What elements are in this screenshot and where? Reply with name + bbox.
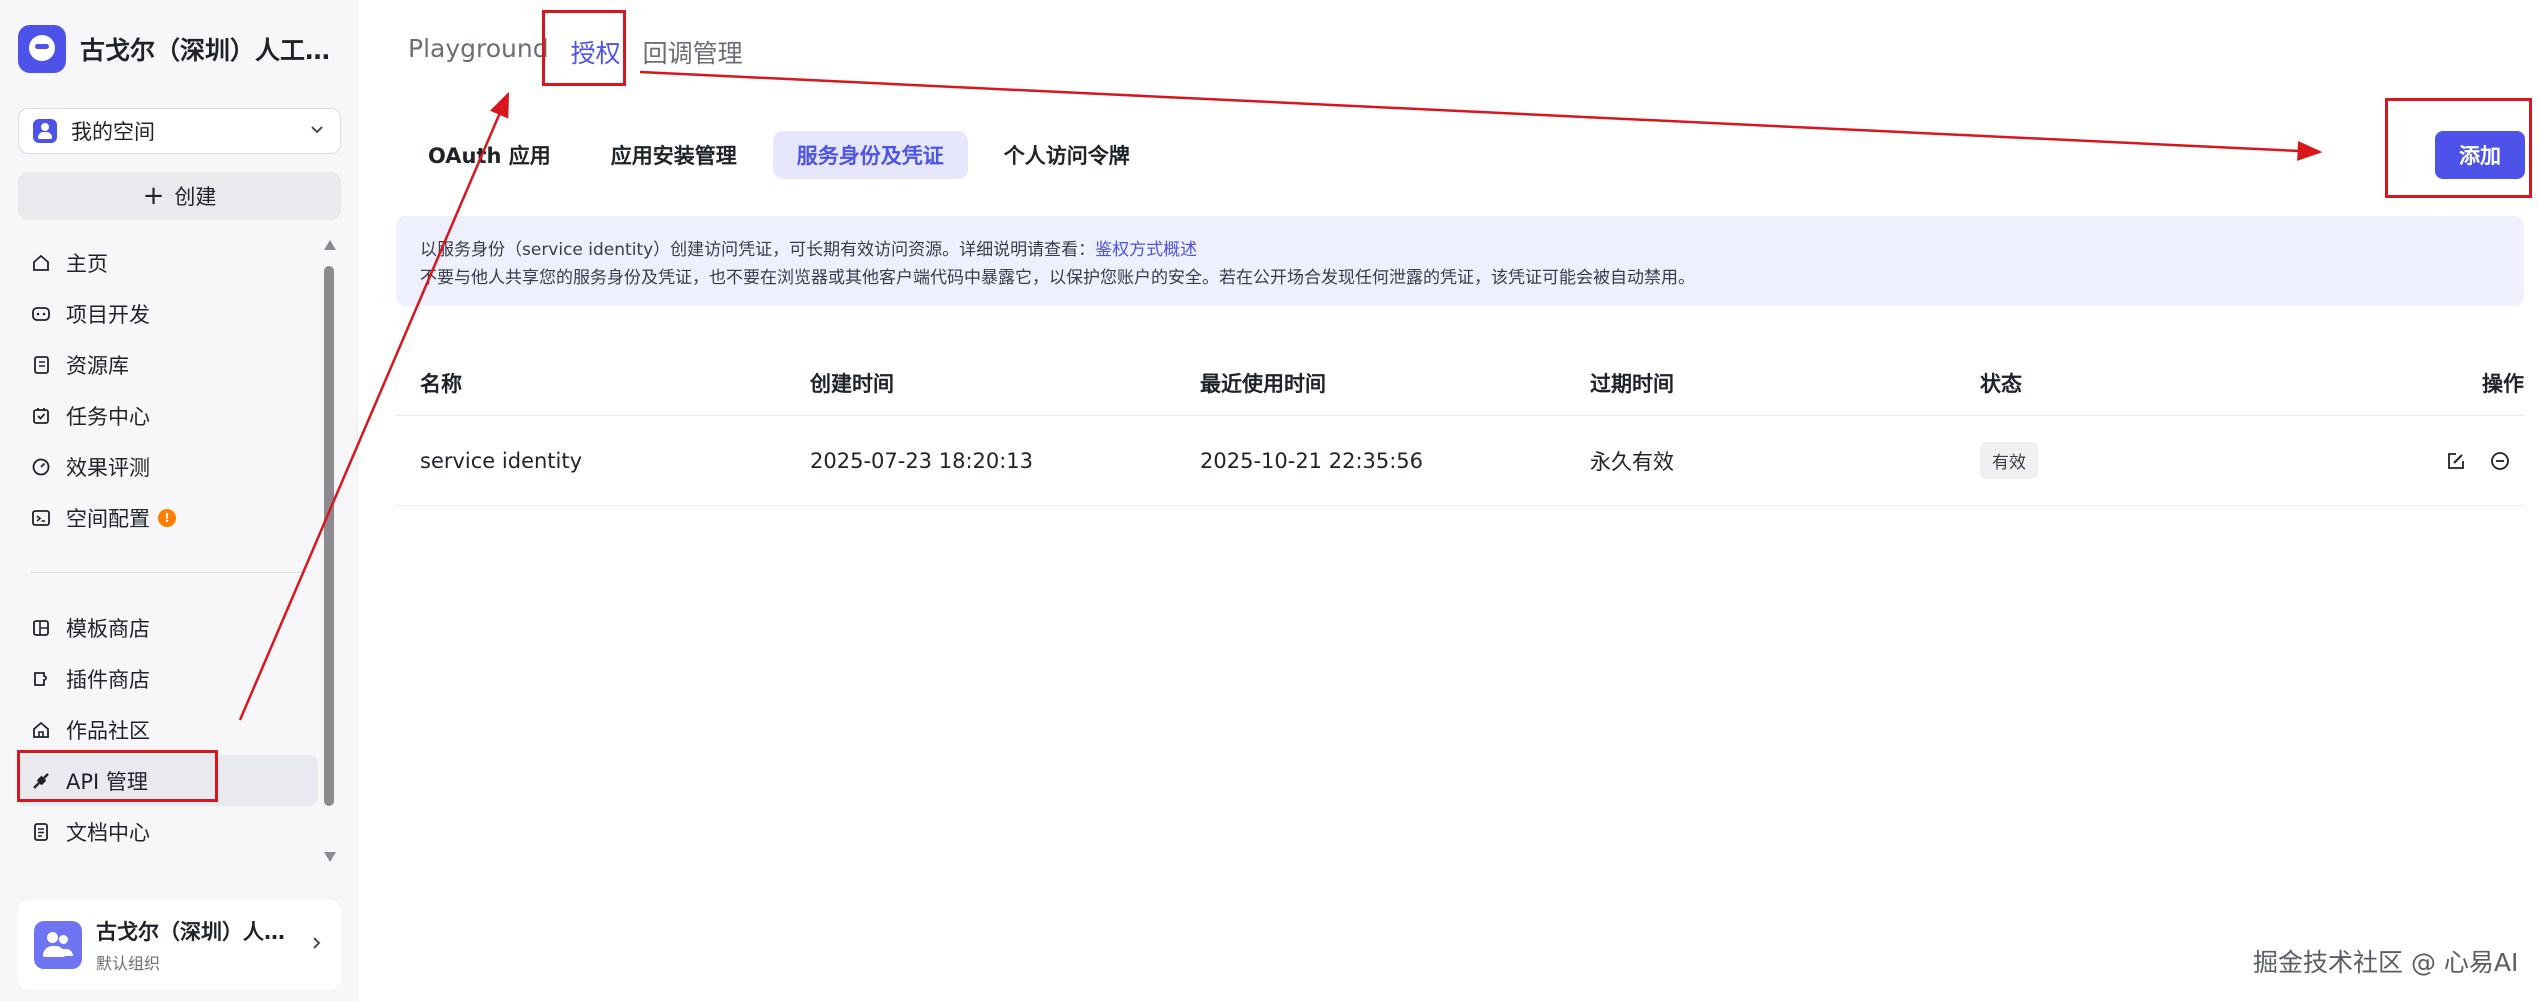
cell-created: 2025-07-23 18:20:13 xyxy=(810,448,1034,473)
template-icon xyxy=(30,617,52,639)
table-row: service identity 2025-07-23 18:20:13 202… xyxy=(396,416,2524,506)
credentials-table: 名称 创建时间 最近使用时间 过期时间 状态 操作 service identi… xyxy=(396,350,2524,506)
nav-main: 主页 项目开发 资源库 任务中心 效果评测 空间配置 ! xyxy=(18,237,318,543)
subtab-oauth-apps[interactable]: OAuth 应用 xyxy=(404,131,575,179)
header-name: 名称 xyxy=(420,371,462,396)
annotation-box-add-button xyxy=(2385,98,2532,198)
plus-icon: + xyxy=(142,181,165,211)
robot-icon xyxy=(30,303,52,325)
nav-label: 插件商店 xyxy=(66,667,150,692)
annotation-box-api-nav xyxy=(17,750,218,802)
subtab-personal-token[interactable]: 个人访问令牌 xyxy=(980,131,1154,179)
scroll-down-arrow-icon[interactable] xyxy=(324,852,336,862)
chevron-down-icon xyxy=(308,120,326,143)
nav-label: 任务中心 xyxy=(66,404,150,429)
nav-item-home[interactable]: 主页 xyxy=(18,237,318,288)
create-label: 创建 xyxy=(174,185,217,209)
terminal-icon xyxy=(30,507,52,529)
info-notice: 以服务身份（service identity）创建访问凭证，可长期有效访问资源。… xyxy=(396,216,2524,306)
cell-last-used: 2025-10-21 22:35:56 xyxy=(1200,448,1424,473)
edit-icon[interactable] xyxy=(2444,449,2468,473)
notice-line-1: 以服务身份（service identity）创建访问凭证，可长期有效访问资源。… xyxy=(420,240,1096,260)
nav-item-library[interactable]: 资源库 xyxy=(18,339,318,390)
nav-label: 空间配置 xyxy=(66,506,150,531)
nav-label: 主页 xyxy=(66,251,108,276)
disable-icon[interactable] xyxy=(2488,449,2512,473)
nav-label: 资源库 xyxy=(66,353,129,378)
tab-callback-management[interactable]: 回调管理 xyxy=(643,30,743,70)
cell-name: service identity xyxy=(420,448,583,473)
nav-item-space-config[interactable]: 空间配置 ! xyxy=(18,492,318,543)
nav-item-plugin-store[interactable]: 插件商店 xyxy=(18,653,318,704)
nav-item-community[interactable]: 作品社区 xyxy=(18,704,318,755)
header-actions: 操作 xyxy=(2482,371,2524,396)
subtab-app-install[interactable]: 应用安装管理 xyxy=(587,131,761,179)
chevron-right-icon xyxy=(307,933,325,957)
table-header: 名称 创建时间 最近使用时间 过期时间 状态 操作 xyxy=(396,350,2524,416)
nav-item-evaluation[interactable]: 效果评测 xyxy=(18,441,318,492)
space-selector[interactable]: 我的空间 xyxy=(18,108,341,154)
user-space-icon xyxy=(33,119,57,143)
nav-item-tasks[interactable]: 任务中心 xyxy=(18,390,318,441)
org-name: 古戈尔（深圳）人… xyxy=(96,920,285,944)
space-label: 我的空间 xyxy=(71,120,155,144)
sidebar: 古戈尔（深圳）人工… 我的空间 + 创建 主页 项目开发 资源库 任务中心 效果… xyxy=(0,0,358,1001)
brand[interactable]: 古戈尔（深圳）人工… xyxy=(18,22,348,76)
nav-label: 文档中心 xyxy=(66,820,150,845)
task-icon xyxy=(30,405,52,427)
org-avatar-icon xyxy=(34,921,82,969)
nav-item-template-store[interactable]: 模板商店 xyxy=(18,602,318,653)
plugin-icon xyxy=(30,668,52,690)
header-created: 创建时间 xyxy=(810,371,894,396)
document-icon xyxy=(30,821,52,843)
warning-badge: ! xyxy=(158,508,176,527)
gauge-icon xyxy=(30,456,52,478)
tab-playground[interactable]: Playground xyxy=(408,30,549,70)
nav-divider xyxy=(30,572,310,573)
scroll-thumb[interactable] xyxy=(324,266,334,806)
nav-item-docs[interactable]: 文档中心 xyxy=(18,806,318,857)
status-badge: 有效 xyxy=(1980,442,2038,479)
create-button[interactable]: + 创建 xyxy=(18,172,341,220)
nav-label: 项目开发 xyxy=(66,302,150,327)
header-expires: 过期时间 xyxy=(1590,371,1674,396)
nav-label: 作品社区 xyxy=(66,718,150,743)
auth-overview-link[interactable]: 鉴权方式概述 xyxy=(1095,240,1197,260)
watermark: 掘金技术社区 @ 心易AI xyxy=(2253,948,2519,977)
scroll-up-arrow-icon[interactable] xyxy=(324,240,336,250)
subtab-service-identity[interactable]: 服务身份及凭证 xyxy=(772,131,968,179)
nav-secondary: 模板商店 插件商店 作品社区 API 管理 文档中心 xyxy=(18,602,318,857)
sub-tabs: OAuth 应用 应用安装管理 服务身份及凭证 个人访问令牌 xyxy=(404,131,1166,179)
annotation-box-auth-tab xyxy=(542,10,626,86)
coze-logo-icon xyxy=(18,25,66,73)
brand-name: 古戈尔（深圳）人工… xyxy=(80,36,331,65)
notice-line-2: 不要与他人共享您的服务身份及凭证，也不要在浏览器或其他客户端代码中暴露它，以保护… xyxy=(420,268,1695,288)
sidebar-scrollbar[interactable] xyxy=(322,240,336,870)
nav-item-projects[interactable]: 项目开发 xyxy=(18,288,318,339)
community-icon xyxy=(30,719,52,741)
cell-expires: 永久有效 xyxy=(1590,449,1674,474)
org-switcher[interactable]: 古戈尔（深圳）人… 默认组织 xyxy=(18,900,341,990)
home-icon xyxy=(30,252,52,274)
library-icon xyxy=(30,354,52,376)
org-subtitle: 默认组织 xyxy=(96,954,161,973)
header-status: 状态 xyxy=(1980,371,2022,396)
nav-label: 效果评测 xyxy=(66,455,150,480)
header-last-used: 最近使用时间 xyxy=(1200,371,1326,396)
nav-label: 模板商店 xyxy=(66,616,150,641)
